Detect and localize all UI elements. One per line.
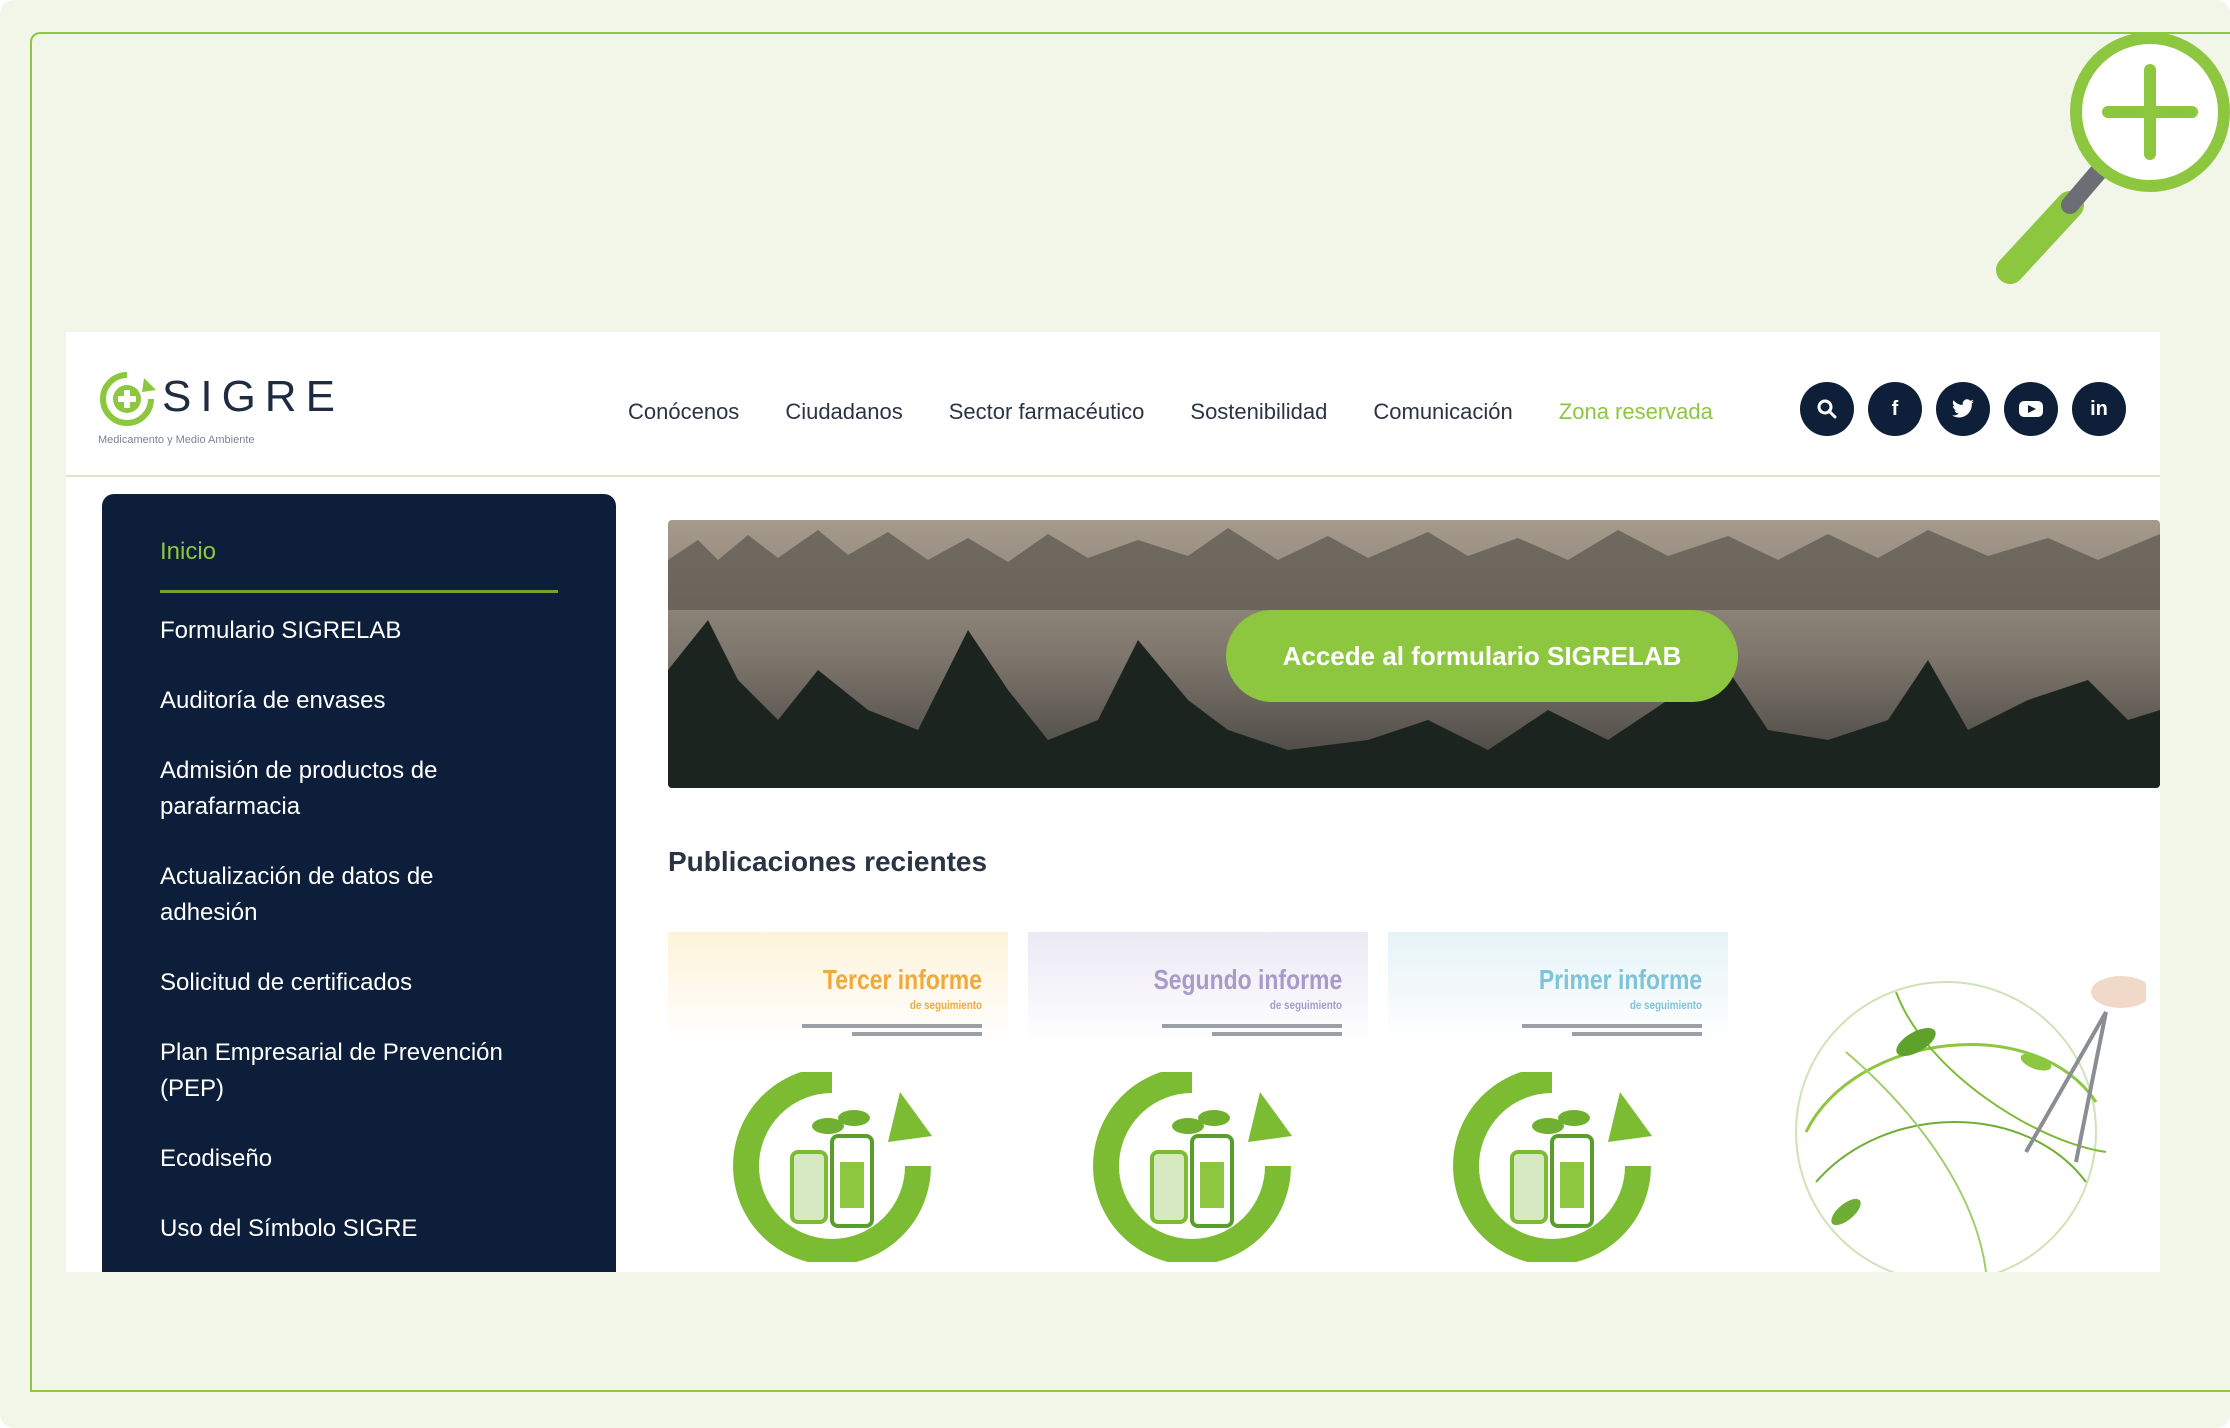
nav-conocenos[interactable]: Conócenos [628, 399, 739, 425]
recycle-medicine-icon [733, 1072, 932, 1262]
sidebar-item-parafarmacia[interactable]: Admisión de productos de parafarmacia [160, 753, 490, 825]
sidebar-item-simbolo-sigre[interactable]: Uso del Símbolo SIGRE [160, 1211, 558, 1247]
website-screenshot: SIGRE Medicamento y Medio Ambiente Conóc… [66, 332, 2160, 1272]
sidebar-item-pep[interactable]: Plan Empresarial de Prevención (PEP) [160, 1035, 560, 1107]
search-icon[interactable] [1800, 382, 1854, 436]
sustainability-globe-image[interactable] [1776, 952, 2146, 1272]
card-text-lines [802, 1024, 982, 1036]
nav-sector-farmaceutico[interactable]: Sector farmacéutico [949, 399, 1145, 425]
zoom-in-icon[interactable] [1960, 20, 2230, 310]
social-buttons: f in [1800, 382, 2140, 436]
sidebar-item-certificados[interactable]: Solicitud de certificados [160, 965, 558, 1001]
twitter-icon[interactable] [1936, 382, 1990, 436]
youtube-icon[interactable] [2004, 382, 2058, 436]
publication-card[interactable]: Segundo informe de seguimiento [1028, 932, 1368, 1272]
sidebar-item-actualizacion-datos[interactable]: Actualización de datos de adhesión [160, 859, 490, 931]
sigre-logo[interactable]: SIGRE Medicamento y Medio Ambiente [98, 370, 398, 450]
section-title: Publicaciones recientes [668, 846, 988, 877]
card-text-lines [1162, 1024, 1342, 1036]
sigrelab-form-button[interactable]: Accede al formulario SIGRELAB [1226, 610, 1738, 702]
sigre-logo-icon [100, 372, 156, 426]
card-text-lines [1522, 1024, 1702, 1036]
facebook-icon[interactable]: f [1868, 382, 1922, 436]
nav-sostenibilidad[interactable]: Sostenibilidad [1190, 399, 1327, 425]
main-nav: Conócenos Ciudadanos Sector farmacéutico… [628, 392, 1713, 432]
nav-zona-reservada[interactable]: Zona reservada [1559, 399, 1713, 425]
card-subtitle: de seguimiento [909, 998, 982, 1012]
publication-card[interactable]: Primer informe de seguimiento [1388, 932, 1728, 1272]
publication-card[interactable]: Tercer informe de seguimiento [668, 932, 1008, 1272]
card-title: Primer informe [1538, 964, 1702, 995]
linkedin-icon[interactable]: in [2072, 382, 2126, 436]
logo-tagline: Medicamento y Medio Ambiente [98, 434, 255, 446]
card-subtitle: de seguimiento [1269, 998, 1342, 1012]
nav-ciudadanos[interactable]: Ciudadanos [785, 399, 902, 425]
logo-wordmark: SIGRE [162, 372, 344, 421]
sidebar-item-formulario-sigrelab[interactable]: Formulario SIGRELAB [160, 613, 558, 649]
recycle-medicine-icon [1093, 1072, 1292, 1262]
card-title: Tercer informe [822, 964, 982, 995]
recycle-medicine-icon [1453, 1072, 1652, 1262]
nav-comunicacion[interactable]: Comunicación [1373, 399, 1512, 425]
sidebar-item-auditoria[interactable]: Auditoría de envases [160, 683, 558, 719]
sidebar-menu: Inicio Formulario SIGRELAB Auditoría de … [102, 494, 616, 1272]
card-title: Segundo informe [1153, 964, 1342, 995]
card-subtitle: de seguimiento [1629, 998, 1702, 1012]
site-header: SIGRE Medicamento y Medio Ambiente Conóc… [66, 332, 2160, 477]
sidebar-item-ecodiseno[interactable]: Ecodiseño [160, 1141, 558, 1177]
sidebar-item-inicio[interactable]: Inicio [160, 534, 558, 593]
